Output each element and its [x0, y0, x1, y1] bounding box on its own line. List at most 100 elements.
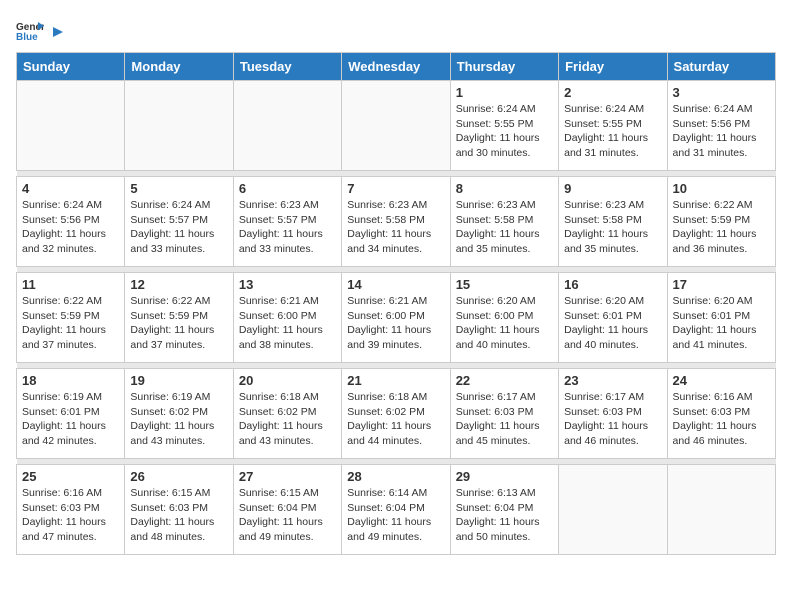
cell-info: Sunrise: 6:17 AM Sunset: 6:03 PM Dayligh… [456, 390, 553, 449]
cell-info: Sunrise: 6:24 AM Sunset: 5:55 PM Dayligh… [456, 102, 553, 161]
calendar-cell [559, 465, 667, 555]
logo-arrow-icon [49, 23, 67, 41]
calendar-cell: 28 Sunrise: 6:14 AM Sunset: 6:04 PM Dayli… [342, 465, 450, 555]
day-number: 15 [456, 277, 553, 292]
calendar-cell: 17 Sunrise: 6:20 AM Sunset: 6:01 PM Dayli… [667, 273, 775, 363]
cell-info: Sunrise: 6:24 AM Sunset: 5:56 PM Dayligh… [673, 102, 770, 161]
calendar-week-row: 18 Sunrise: 6:19 AM Sunset: 6:01 PM Dayli… [17, 369, 776, 459]
calendar-cell [125, 81, 233, 171]
calendar-cell: 10 Sunrise: 6:22 AM Sunset: 5:59 PM Dayli… [667, 177, 775, 267]
cell-info: Sunrise: 6:16 AM Sunset: 6:03 PM Dayligh… [22, 486, 119, 545]
day-number: 3 [673, 85, 770, 100]
calendar-cell: 22 Sunrise: 6:17 AM Sunset: 6:03 PM Dayli… [450, 369, 558, 459]
day-number: 23 [564, 373, 661, 388]
calendar-header-thursday: Thursday [450, 53, 558, 81]
cell-info: Sunrise: 6:23 AM Sunset: 5:58 PM Dayligh… [347, 198, 444, 257]
cell-info: Sunrise: 6:21 AM Sunset: 6:00 PM Dayligh… [347, 294, 444, 353]
day-number: 22 [456, 373, 553, 388]
cell-info: Sunrise: 6:20 AM Sunset: 6:01 PM Dayligh… [673, 294, 770, 353]
cell-info: Sunrise: 6:15 AM Sunset: 6:04 PM Dayligh… [239, 486, 336, 545]
cell-info: Sunrise: 6:22 AM Sunset: 5:59 PM Dayligh… [673, 198, 770, 257]
day-number: 16 [564, 277, 661, 292]
cell-info: Sunrise: 6:24 AM Sunset: 5:55 PM Dayligh… [564, 102, 661, 161]
cell-info: Sunrise: 6:23 AM Sunset: 5:58 PM Dayligh… [564, 198, 661, 257]
calendar-cell: 19Sunrise: 6:19 AM Sunset: 6:02 PM Dayli… [125, 369, 233, 459]
cell-info: Sunrise: 6:18 AM Sunset: 6:02 PM Dayligh… [239, 390, 336, 449]
calendar-cell: 11 Sunrise: 6:22 AM Sunset: 5:59 PM Dayli… [17, 273, 125, 363]
cell-info: Sunrise: 6:20 AM Sunset: 6:01 PM Dayligh… [564, 294, 661, 353]
calendar-cell: 14 Sunrise: 6:21 AM Sunset: 6:00 PM Dayli… [342, 273, 450, 363]
cell-info: Sunrise: 6:20 AM Sunset: 6:00 PM Dayligh… [456, 294, 553, 353]
calendar-cell: 9 Sunrise: 6:23 AM Sunset: 5:58 PM Daylig… [559, 177, 667, 267]
calendar-header-saturday: Saturday [667, 53, 775, 81]
day-number: 13 [239, 277, 336, 292]
calendar-header-tuesday: Tuesday [233, 53, 341, 81]
calendar-week-row: 4 Sunrise: 6:24 AM Sunset: 5:56 PM Daylig… [17, 177, 776, 267]
cell-info: Sunrise: 6:19 AM Sunset: 6:01 PM Dayligh… [22, 390, 119, 449]
calendar-cell [17, 81, 125, 171]
day-number: 14 [347, 277, 444, 292]
cell-info: Sunrise: 6:22 AM Sunset: 5:59 PM Dayligh… [130, 294, 227, 353]
calendar-header-monday: Monday [125, 53, 233, 81]
calendar-cell: 5Sunrise: 6:24 AM Sunset: 5:57 PM Daylig… [125, 177, 233, 267]
calendar-cell: 4 Sunrise: 6:24 AM Sunset: 5:56 PM Daylig… [17, 177, 125, 267]
svg-text:Blue: Blue [16, 32, 38, 43]
calendar-cell: 18 Sunrise: 6:19 AM Sunset: 6:01 PM Dayli… [17, 369, 125, 459]
day-number: 26 [130, 469, 227, 484]
logo-icon: General Blue [16, 16, 44, 44]
day-number: 5 [130, 181, 227, 196]
calendar-cell: 27 Sunrise: 6:15 AM Sunset: 6:04 PM Dayli… [233, 465, 341, 555]
header: General Blue [16, 16, 776, 44]
calendar-cell: 12 Sunrise: 6:22 AM Sunset: 5:59 PM Dayli… [125, 273, 233, 363]
day-number: 8 [456, 181, 553, 196]
day-number: 6 [239, 181, 336, 196]
cell-info: Sunrise: 6:23 AM Sunset: 5:57 PM Dayligh… [239, 198, 336, 257]
day-number: 18 [22, 373, 119, 388]
cell-info: Sunrise: 6:22 AM Sunset: 5:59 PM Dayligh… [22, 294, 119, 353]
calendar-cell [342, 81, 450, 171]
calendar-header-row: SundayMondayTuesdayWednesdayThursdayFrid… [17, 53, 776, 81]
day-number: 11 [22, 277, 119, 292]
calendar-cell: 6 Sunrise: 6:23 AM Sunset: 5:57 PM Daylig… [233, 177, 341, 267]
calendar-cell: 29 Sunrise: 6:13 AM Sunset: 6:04 PM Dayli… [450, 465, 558, 555]
calendar-cell: 2 Sunrise: 6:24 AM Sunset: 5:55 PM Daylig… [559, 81, 667, 171]
day-number: 19 [130, 373, 227, 388]
cell-info: Sunrise: 6:21 AM Sunset: 6:00 PM Dayligh… [239, 294, 336, 353]
cell-info: Sunrise: 6:13 AM Sunset: 6:04 PM Dayligh… [456, 486, 553, 545]
day-number: 28 [347, 469, 444, 484]
cell-info: Sunrise: 6:23 AM Sunset: 5:58 PM Dayligh… [456, 198, 553, 257]
cell-info: Sunrise: 6:14 AM Sunset: 6:04 PM Dayligh… [347, 486, 444, 545]
calendar-cell: 3 Sunrise: 6:24 AM Sunset: 5:56 PM Daylig… [667, 81, 775, 171]
calendar-cell: 15 Sunrise: 6:20 AM Sunset: 6:00 PM Dayli… [450, 273, 558, 363]
cell-info: Sunrise: 6:24 AM Sunset: 5:56 PM Dayligh… [22, 198, 119, 257]
calendar-cell: 25Sunrise: 6:16 AM Sunset: 6:03 PM Dayli… [17, 465, 125, 555]
day-number: 4 [22, 181, 119, 196]
calendar-cell [667, 465, 775, 555]
calendar-week-row: 1Sunrise: 6:24 AM Sunset: 5:55 PM Daylig… [17, 81, 776, 171]
cell-info: Sunrise: 6:16 AM Sunset: 6:03 PM Dayligh… [673, 390, 770, 449]
calendar-cell: 26 Sunrise: 6:15 AM Sunset: 6:03 PM Dayli… [125, 465, 233, 555]
logo: General Blue [16, 16, 68, 44]
cell-info: Sunrise: 6:17 AM Sunset: 6:03 PM Dayligh… [564, 390, 661, 449]
day-number: 21 [347, 373, 444, 388]
day-number: 29 [456, 469, 553, 484]
cell-info: Sunrise: 6:15 AM Sunset: 6:03 PM Dayligh… [130, 486, 227, 545]
calendar-cell: 1Sunrise: 6:24 AM Sunset: 5:55 PM Daylig… [450, 81, 558, 171]
calendar-header-wednesday: Wednesday [342, 53, 450, 81]
day-number: 2 [564, 85, 661, 100]
day-number: 12 [130, 277, 227, 292]
day-number: 17 [673, 277, 770, 292]
calendar-week-row: 25Sunrise: 6:16 AM Sunset: 6:03 PM Dayli… [17, 465, 776, 555]
day-number: 24 [673, 373, 770, 388]
day-number: 27 [239, 469, 336, 484]
calendar-table: SundayMondayTuesdayWednesdayThursdayFrid… [16, 52, 776, 555]
day-number: 10 [673, 181, 770, 196]
day-number: 9 [564, 181, 661, 196]
calendar-cell: 13 Sunrise: 6:21 AM Sunset: 6:00 PM Dayli… [233, 273, 341, 363]
calendar-cell [233, 81, 341, 171]
day-number: 20 [239, 373, 336, 388]
cell-info: Sunrise: 6:18 AM Sunset: 6:02 PM Dayligh… [347, 390, 444, 449]
calendar-cell: 20 Sunrise: 6:18 AM Sunset: 6:02 PM Dayli… [233, 369, 341, 459]
calendar-cell: 8 Sunrise: 6:23 AM Sunset: 5:58 PM Daylig… [450, 177, 558, 267]
calendar-cell: 23 Sunrise: 6:17 AM Sunset: 6:03 PM Dayli… [559, 369, 667, 459]
